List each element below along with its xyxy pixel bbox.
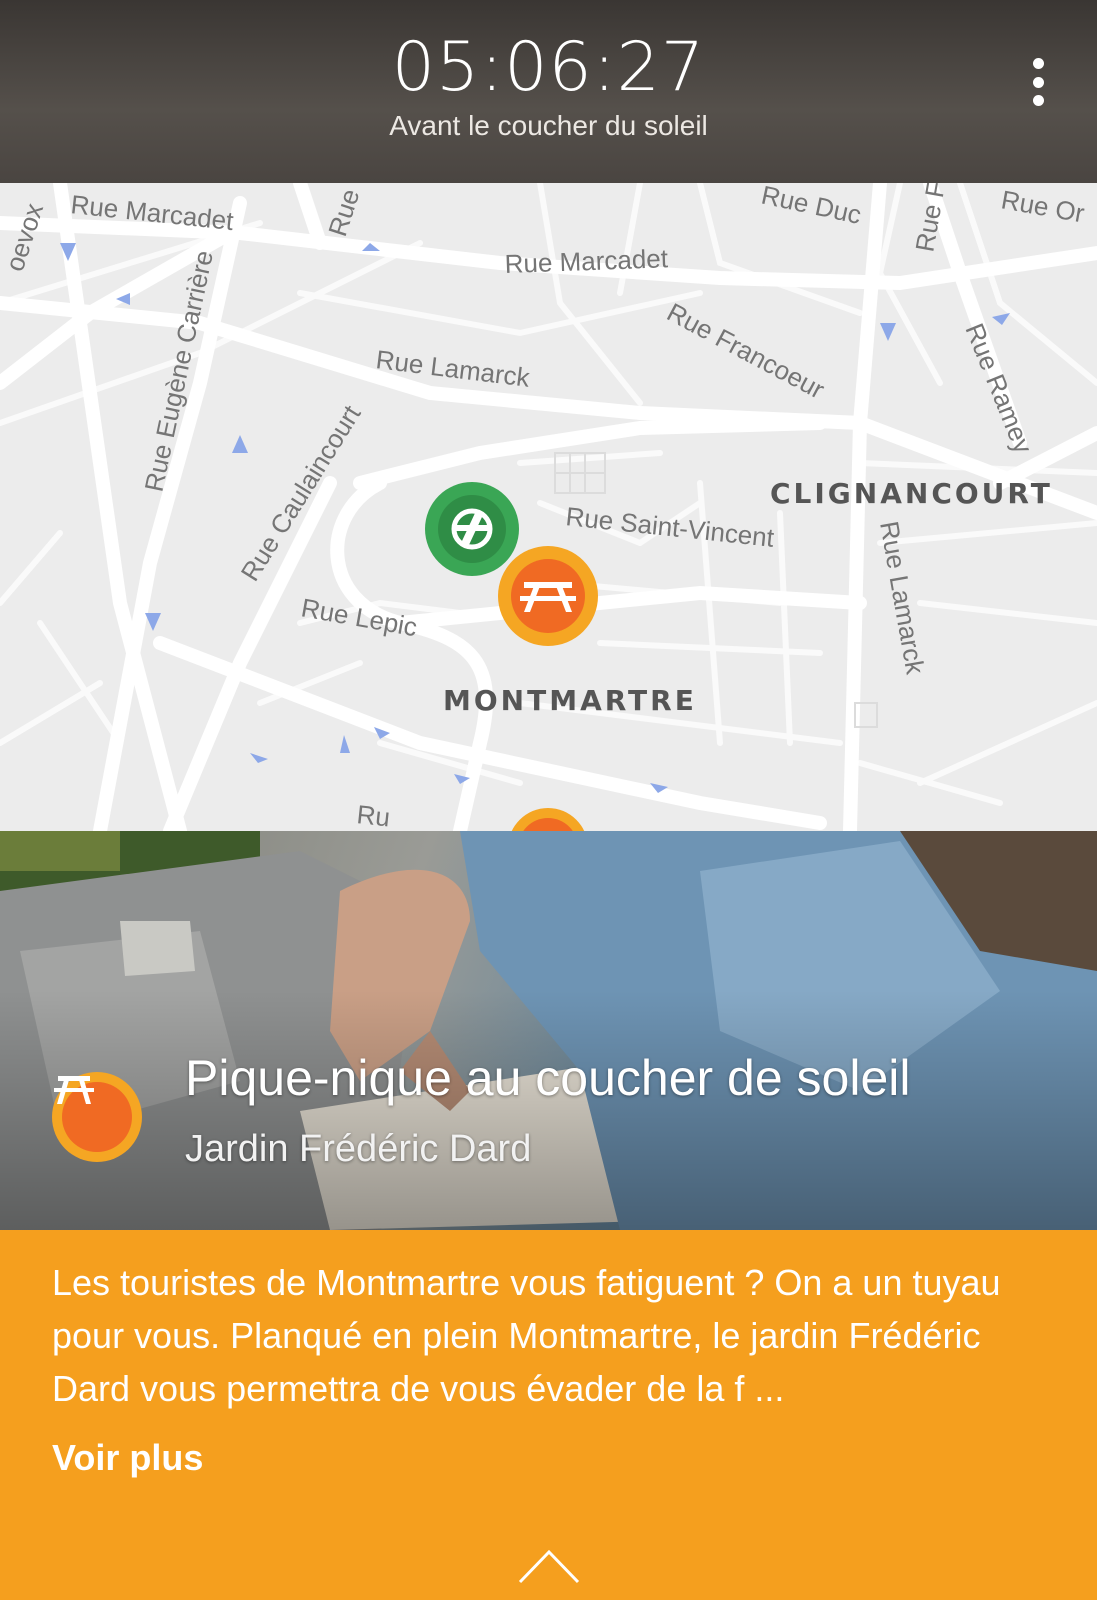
street-label: Rue Marcadet	[504, 243, 669, 279]
district-label: MONTMARTRE	[443, 684, 697, 717]
see-more-link[interactable]: Voir plus	[52, 1433, 203, 1483]
event-description: Les touristes de Montmartre vous fatigue…	[52, 1262, 1001, 1409]
picnic-marker-icon	[498, 546, 598, 646]
street-label: Ru	[355, 799, 391, 831]
top-bar: 05:06:27 Avant le coucher du soleil	[0, 0, 1097, 183]
event-photo[interactable]: Pique-nique au coucher de soleil Jardin …	[0, 831, 1097, 1230]
event-location: Jardin Frédéric Dard	[185, 1128, 532, 1170]
map-view[interactable]: Rue Marcadet Rue Marcadet Rue Lamarck Ru…	[0, 183, 1097, 831]
district-label: CLIGNANCOURT	[770, 477, 1053, 510]
map-canvas: Rue Marcadet Rue Marcadet Rue Lamarck Ru…	[0, 183, 1097, 831]
countdown-subtitle: Avant le coucher du soleil	[389, 110, 708, 141]
event-title: Pique-nique au coucher de soleil	[185, 1050, 911, 1106]
globe-marker-icon	[425, 482, 519, 576]
more-vert-icon[interactable]	[1023, 58, 1053, 106]
picnic-table-icon	[52, 1072, 142, 1162]
event-description-panel: Les touristes de Montmartre vous fatigue…	[0, 1230, 1097, 1600]
countdown-timer: 05:06:27	[391, 28, 706, 107]
chevron-up-icon[interactable]	[518, 1548, 580, 1584]
